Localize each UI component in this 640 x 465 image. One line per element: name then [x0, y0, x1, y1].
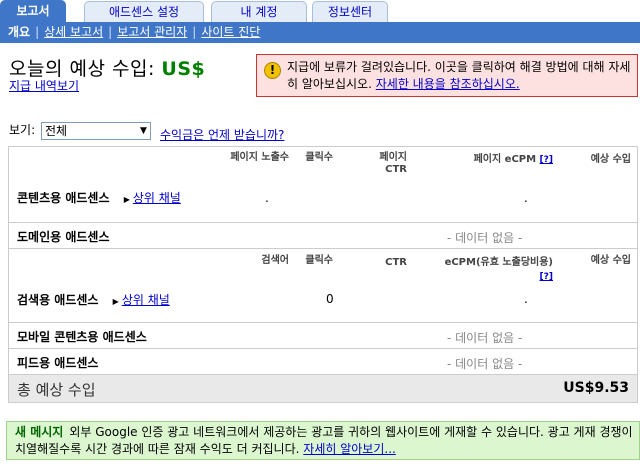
feed-adsense-name: 피드용 애드센스: [17, 356, 99, 370]
domain-adsense-name: 도메인용 애드센스: [17, 230, 110, 244]
col-header-search-ecpm: eCPM(유효 노출당비용) [?]: [409, 257, 553, 283]
col-header-queries: 검색어: [261, 255, 289, 266]
triangle-right-icon: ▶: [112, 297, 119, 306]
tab-adsense-settings[interactable]: 애드센스 설정: [84, 1, 204, 22]
mobile-no-data: - 데이터 없음 -: [447, 331, 523, 345]
mobile-adsense-name: 모바일 콘텐츠용 애드센스: [17, 330, 147, 344]
content-value-dot: .: [524, 191, 528, 205]
subnav-separator: |: [35, 25, 40, 39]
subnav-report-manager[interactable]: 보고서 관리자: [117, 25, 187, 39]
col-header-search-clicks: 클릭수: [305, 255, 333, 266]
new-message-tag: 새 메시지: [15, 425, 64, 439]
new-message-banner: 새 메시지 외부 Google 인증 광고 네트워크에서 제공하는 광고를 귀하의…: [6, 421, 640, 460]
col-header-page-impressions: 페이지 노출수: [230, 152, 289, 163]
total-estimated-earnings-label: 총 예상 수입: [17, 381, 96, 399]
col-header-search-earnings: 예상 수입: [590, 255, 631, 266]
view-filter-selected: 전체: [44, 123, 68, 138]
col-header-page-ecpm-text: 페이지 eCPM: [473, 154, 537, 165]
subnav-detailed-reports[interactable]: 상세 보고서: [44, 25, 103, 39]
total-estimated-earnings-row: 총 예상 수입 US$9.53: [9, 375, 637, 402]
dropdown-arrow-icon: ▼: [140, 125, 147, 136]
domain-adsense-section: 도메인용 애드센스 - 데이터 없음 -: [9, 223, 637, 249]
col-header-clicks: 클릭수: [305, 152, 333, 163]
content-value-dot: .: [265, 191, 269, 205]
subnav-separator: |: [108, 25, 113, 39]
view-filter-select[interactable]: 전체 ▼: [40, 121, 151, 140]
subnav-overview: 개요: [8, 25, 31, 39]
payment-history-link[interactable]: 지급 내역보기: [9, 77, 79, 94]
content-top-channels-link[interactable]: 상위 채널: [133, 191, 181, 205]
search-top-channels-link[interactable]: 상위 채널: [122, 293, 170, 307]
subnav-separator: |: [192, 25, 197, 39]
search-ecpm-help-link[interactable]: [?]: [409, 271, 553, 283]
col-header-estimated-earnings: 예상 수입: [590, 154, 631, 165]
tab-info-center[interactable]: 정보센터: [312, 1, 388, 22]
ecpm-help-link[interactable]: [?]: [540, 155, 553, 165]
search-adsense-label: 검색용 애드센스 ▶ 상위 채널: [17, 291, 170, 308]
mobile-adsense-section: 모바일 콘텐츠용 애드센스 - 데이터 없음 -: [9, 323, 637, 349]
alert-details-link[interactable]: 자세한 내용을 참조하십시오.: [376, 77, 520, 91]
triangle-right-icon: ▶: [123, 195, 130, 204]
col-header-search-ctr: CTR: [385, 257, 407, 268]
search-top-channels: ▶ 상위 채널: [113, 293, 170, 307]
content-adsense-label: 콘텐츠용 애드센스 ▶ 상위 채널: [17, 189, 181, 206]
view-filter: 보기: 전체 ▼: [9, 121, 151, 140]
content-top-channels: ▶ 상위 채널: [124, 191, 181, 205]
feed-adsense-section: 피드용 애드센스 - 데이터 없음 -: [9, 349, 637, 375]
learn-more-link[interactable]: 자세히 알아보기...: [303, 442, 396, 456]
tab-my-account[interactable]: 내 계정: [211, 1, 307, 22]
view-filter-label: 보기:: [9, 123, 36, 137]
warning-icon: !: [264, 62, 281, 79]
subnav-site-diagnostics[interactable]: 사이트 진단: [201, 25, 260, 39]
payment-hold-alert: ! 지급에 보류가 걸려있습니다. 이곳을 클릭하여 해결 방법에 대해 자세히…: [256, 54, 638, 97]
sub-navigation: 개요 | 상세 보고서 | 보고서 관리자 | 사이트 진단: [0, 22, 640, 43]
when-paid-link[interactable]: 수익금은 언제 받습니까?: [160, 126, 284, 143]
today-earnings-amount: US$: [161, 58, 206, 80]
total-estimated-earnings-value: US$9.53: [563, 380, 629, 396]
search-clicks-value: 0: [326, 292, 334, 306]
earnings-table: 페이지 노출수 클릭수 페이지 CTR 페이지 eCPM [?] 예상 수입 콘…: [8, 146, 638, 403]
domain-no-data: - 데이터 없음 -: [447, 231, 523, 245]
col-header-page-ecpm: 페이지 eCPM [?]: [449, 154, 553, 166]
col-header-page-ctr: 페이지 CTR: [379, 152, 407, 175]
feed-no-data: - 데이터 없음 -: [447, 357, 523, 371]
content-adsense-name: 콘텐츠용 애드센스: [17, 191, 110, 205]
search-value-dot: .: [524, 292, 528, 306]
search-adsense-section: 검색어 클릭수 CTR eCPM(유효 노출당비용) [?] 예상 수입 검색용…: [9, 249, 637, 323]
content-adsense-section: 페이지 노출수 클릭수 페이지 CTR 페이지 eCPM [?] 예상 수입 콘…: [9, 147, 637, 223]
tab-reports[interactable]: 보고서: [0, 0, 66, 22]
top-tab-bar: 보고서 애드센스 설정 내 계정 정보센터: [0, 0, 640, 22]
search-adsense-name: 검색용 애드센스: [17, 293, 99, 307]
col-header-search-ecpm-text: eCPM(유효 노출당비용): [444, 257, 553, 268]
